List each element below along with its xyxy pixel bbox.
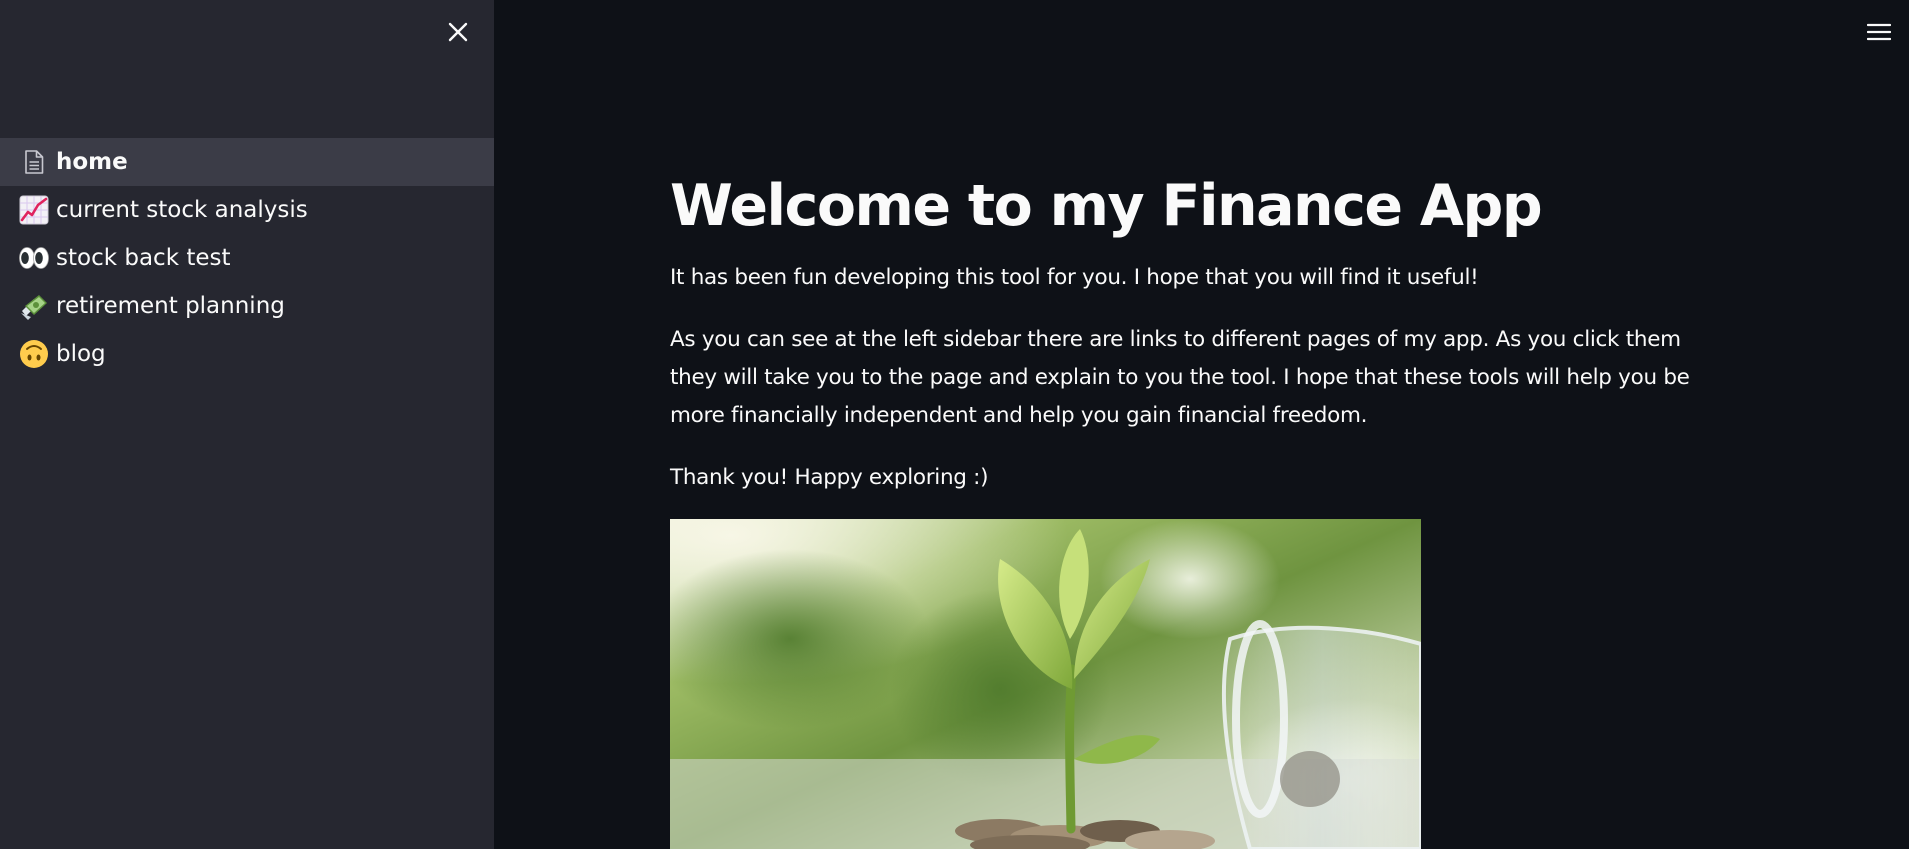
sidebar: home current stock analysis stock back t…: [0, 0, 494, 849]
main-menu-button[interactable]: [1861, 14, 1897, 50]
page-icon: [18, 146, 50, 178]
close-icon: [448, 22, 468, 42]
closing-paragraph: Thank you! Happy exploring :): [670, 465, 989, 490]
sidebar-nav: home current stock analysis stock back t…: [0, 138, 494, 378]
main-content: Welcome to my Finance App It has been fu…: [494, 0, 1909, 849]
content-block: Welcome to my Finance App It has been fu…: [670, 170, 1730, 849]
hero-image: [670, 519, 1421, 849]
sidebar-item-home[interactable]: home: [0, 138, 494, 186]
sidebar-item-retirement-planning[interactable]: retirement planning: [0, 282, 494, 330]
intro-paragraph: It has been fun developing this tool for…: [670, 265, 1479, 290]
sidebar-item-blog[interactable]: blog: [0, 330, 494, 378]
sidebar-item-label: retirement planning: [56, 293, 285, 319]
sidebar-item-stock-back-test[interactable]: stock back test: [0, 234, 494, 282]
sidebar-item-label: blog: [56, 341, 106, 367]
app: home current stock analysis stock back t…: [0, 0, 1909, 849]
page-title: Welcome to my Finance App: [670, 173, 1543, 239]
sidebar-item-current-stock-analysis[interactable]: current stock analysis: [0, 186, 494, 234]
sidebar-item-label: stock back test: [56, 245, 231, 271]
description-paragraph: As you can see at the left sidebar there…: [670, 327, 1690, 428]
money-with-wings-emoji-icon: [18, 290, 50, 322]
sidebar-item-label: home: [56, 149, 128, 175]
close-sidebar-button[interactable]: [440, 14, 476, 50]
upside-down-face-emoji-icon: [18, 338, 50, 370]
hamburger-menu-icon: [1867, 23, 1891, 41]
sidebar-item-label: current stock analysis: [56, 197, 308, 223]
chart-increasing-emoji-icon: [18, 194, 50, 226]
eyes-emoji-icon: [18, 242, 50, 274]
